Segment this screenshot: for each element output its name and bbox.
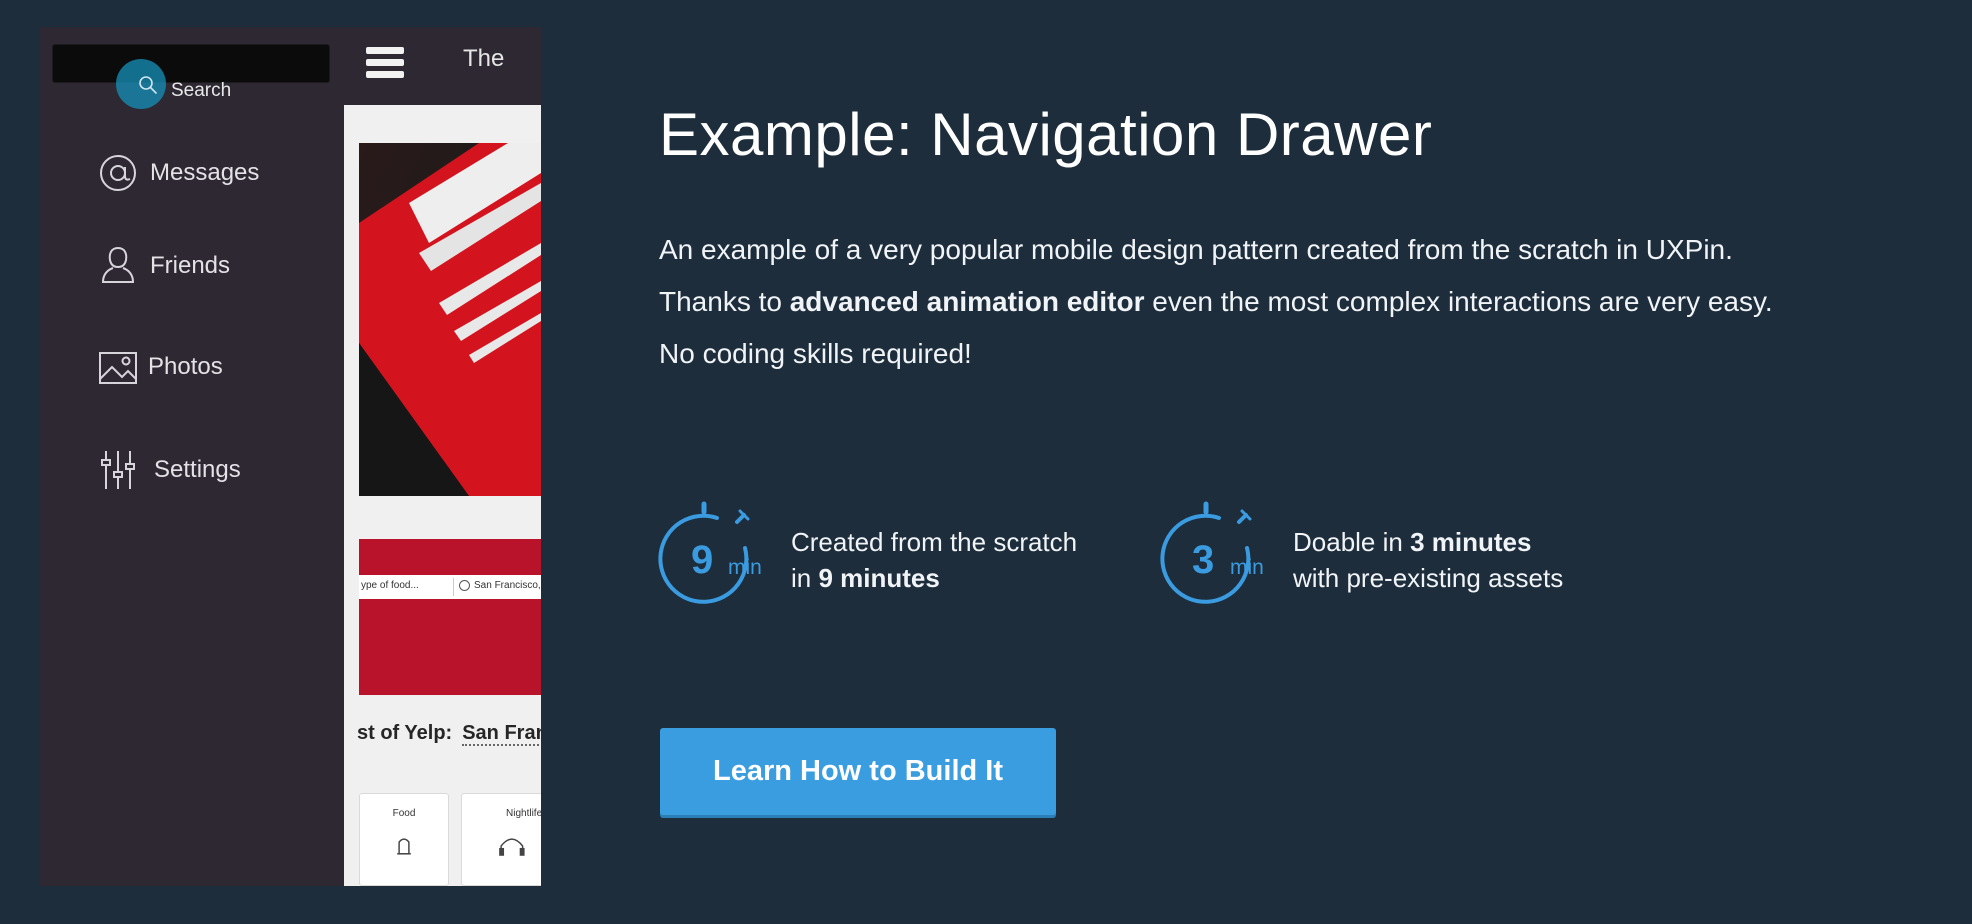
hamburger-menu-icon[interactable] [366, 47, 404, 79]
search-label: Search [171, 80, 232, 101]
page: Search Messages Friends Photos Settings … [0, 0, 1972, 924]
drawer-item-friends[interactable]: Friends [98, 244, 230, 288]
stopwatch-icon: 3 min [1159, 500, 1264, 608]
divider [453, 578, 454, 596]
sliders-icon [98, 448, 138, 492]
stat-line: with pre-existing assets [1293, 560, 1563, 596]
yelp-banner: ype of food... San Francisco, C [359, 539, 541, 695]
text-run-bold: advanced animation editor [789, 286, 1145, 317]
person-icon [98, 244, 138, 288]
best-of-label: st of Yelp: [357, 722, 453, 744]
hero-image [359, 143, 541, 496]
category-label: Nightlife [506, 808, 541, 819]
stopwatch-icon: 9 min [657, 500, 762, 608]
drawer-item-photos[interactable]: Photos [98, 345, 223, 389]
stat-line: Created from the scratch [791, 524, 1077, 560]
text-run-bold: 3 minutes [1410, 527, 1532, 557]
stat-unit: min [1230, 556, 1264, 579]
headphones-icon [499, 838, 525, 856]
description-line: Thanks to advanced animation editor even… [659, 276, 1949, 328]
food-icon [397, 838, 411, 855]
text-run: in [791, 563, 819, 593]
drawer-item-settings[interactable]: Settings [98, 448, 241, 492]
yelp-searchbar[interactable]: ype of food... San Francisco, C [359, 575, 541, 599]
stat-text: Doable in 3 minutes with pre-existing as… [1293, 524, 1563, 596]
stat-unit: min [728, 556, 762, 579]
navigation-drawer: Search Messages Friends Photos Settings [40, 27, 344, 886]
at-icon [98, 151, 138, 195]
drawer-item-label: Photos [148, 353, 223, 380]
description: An example of a very popular mobile desi… [659, 224, 1949, 380]
drawer-item-messages[interactable]: Messages [98, 151, 259, 195]
search-icon [139, 76, 157, 94]
category-card-food[interactable]: Food [359, 793, 449, 886]
app-topbar: The [344, 27, 541, 105]
stat-line: in 9 minutes [791, 560, 1077, 596]
text-run: even the most complex interactions are v… [1144, 286, 1773, 317]
stat-text: Created from the scratch in 9 minutes [791, 524, 1077, 596]
app-content-body: ype of food... San Francisco, C st of Ye… [344, 105, 541, 886]
drawer-item-label: Settings [154, 456, 241, 483]
text-run: Thanks to [659, 286, 790, 317]
yelp-location-input[interactable]: San Francisco, C [474, 580, 541, 591]
description-line: An example of a very popular mobile desi… [659, 234, 1733, 265]
search-input[interactable] [52, 44, 330, 83]
app-content: The ype of food... San Francisco, st of … [344, 27, 541, 886]
stat-number: 3 [1192, 538, 1215, 582]
photo-icon [98, 345, 138, 389]
drawer-item-label: Friends [150, 252, 231, 279]
yelp-search-input[interactable]: ype of food... [361, 580, 419, 591]
learn-how-button[interactable]: Learn How to Build It [660, 728, 1056, 815]
location-icon [459, 580, 470, 591]
category-card-nightlife[interactable]: Nightlife [461, 793, 541, 886]
text-run: with pre-existing assets [1293, 563, 1564, 593]
stat-number: 9 [691, 538, 714, 582]
text-run: Created from the scratch [791, 527, 1078, 557]
text-run-bold: 9 minutes [818, 563, 940, 593]
phone-mockup: Search Messages Friends Photos Settings … [40, 27, 541, 886]
best-of-city-link[interactable]: San Franc [462, 722, 541, 746]
text-run: Doable in [1293, 527, 1411, 557]
stat-line: Doable in 3 minutes [1293, 524, 1563, 560]
best-of-heading: st of Yelp: San Franc [357, 722, 541, 746]
page-title: Example: Navigation Drawer [659, 101, 1433, 168]
category-label: Food [392, 808, 416, 819]
app-title: The [463, 45, 505, 72]
description-line: No coding skills required! [659, 338, 972, 369]
drawer-item-label: Messages [150, 159, 260, 186]
